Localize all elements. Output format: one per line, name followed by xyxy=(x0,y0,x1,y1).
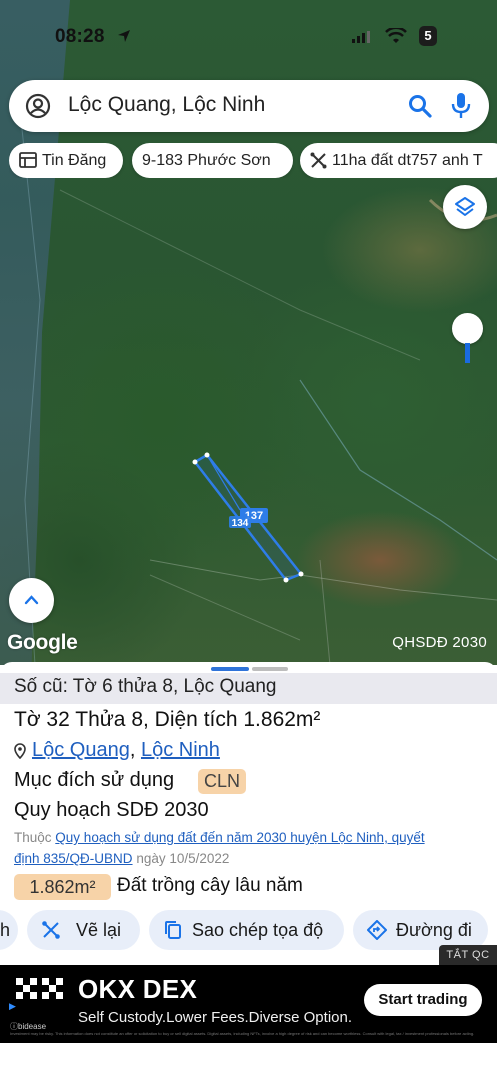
app-screen: 137 134 08:28 5 Lộc Quang, Lộc Ninh Tin … xyxy=(0,0,497,1080)
chip-label: 11ha đất dt757 anh T xyxy=(332,152,483,169)
active-layer-label: QHSDĐ 2030 xyxy=(392,634,487,651)
ad-cta-button[interactable]: Start trading xyxy=(364,984,482,1016)
parcel-info-sheet: Số cũ: Tờ 6 thửa 8, Lộc Quang Tờ 32 Thửa… xyxy=(0,662,497,967)
satellite-map[interactable]: 137 134 08:28 5 Lộc Quang, Lộc Ninh Tin … xyxy=(0,0,497,665)
sheet-handle-inactive[interactable] xyxy=(252,667,288,671)
layers-button[interactable] xyxy=(443,185,487,229)
redraw-button[interactable]: Vẽ lại xyxy=(27,910,140,950)
decision-date: ngày 10/5/2022 xyxy=(136,851,230,866)
directions-icon xyxy=(367,920,387,940)
area-badge: 1.862m² xyxy=(14,874,111,900)
action-label: Sao chép tọa độ xyxy=(192,920,324,940)
old-parcel-info: Số cũ: Tờ 6 thửa 8, Lộc Quang xyxy=(0,673,497,704)
action-label: Vẽ lại xyxy=(76,920,122,940)
copy-icon xyxy=(165,921,181,939)
decision-link[interactable]: định 835/QĐ-UBND xyxy=(14,851,133,866)
home-indicator-area xyxy=(0,1043,497,1080)
action-label: Đường đi xyxy=(396,920,472,940)
land-type-text: Đất trồng cây lâu năm xyxy=(117,875,303,896)
ad-tagline: Self Custody.Lower Fees.Diverse Option. xyxy=(78,1009,353,1026)
status-bar: 08:28 5 xyxy=(0,18,497,54)
battery-indicator: 5 xyxy=(419,26,437,46)
parcel-location: Lộc Quang, Lộc Ninh xyxy=(14,739,220,762)
hide-ads-button[interactable]: TẮT QC xyxy=(439,945,497,965)
search-icon[interactable] xyxy=(407,93,433,119)
commune-link[interactable]: Lộc Quang xyxy=(32,739,130,761)
parcel-title: Tờ 32 Thửa 8, Diện tích 1.862m² xyxy=(14,708,321,731)
chip-tin-dang[interactable]: Tin Đăng xyxy=(9,143,123,178)
district-link[interactable]: Lộc Ninh xyxy=(141,739,220,761)
compass-needle-icon xyxy=(465,343,470,363)
chip-label: 9-183 Phước Sơn xyxy=(142,152,271,169)
ad-brand: OKX DEX xyxy=(78,974,198,1004)
sheet-handle-active[interactable] xyxy=(211,667,249,671)
plan-reference-link[interactable]: Quy hoạch sử dụng đất đến năm 2030 huyện… xyxy=(55,830,424,845)
clock: 08:28 xyxy=(55,26,105,47)
compass-button[interactable] xyxy=(452,313,483,344)
measure-icon xyxy=(42,921,60,939)
account-icon[interactable] xyxy=(25,93,51,119)
chip-row: Tin Đăng 9-183 Phước Sơn 11ha đất dt757 … xyxy=(9,143,497,178)
chevron-up-icon xyxy=(24,595,39,605)
measure-icon xyxy=(310,152,327,169)
ad-banner[interactable]: ▶ OKX DEX Self Custody.Lower Fees.Divers… xyxy=(0,965,497,1043)
wifi-icon xyxy=(385,28,407,43)
expand-up-button[interactable] xyxy=(9,578,54,623)
action-row: h Vẽ lại Sao chép tọa độ Đường đi xyxy=(0,910,497,950)
chip-saved-location[interactable]: 9-183 Phước Sơn xyxy=(132,143,293,178)
parcel-number-label: 134 xyxy=(232,518,249,529)
land-use-code-badge: CLN xyxy=(198,769,247,794)
old-parcel-text: Số cũ: Tờ 6 thửa 8, Lộc Quang xyxy=(14,676,277,697)
plan-label: Quy hoạch SDĐ 2030 xyxy=(14,799,209,821)
location-pin-icon xyxy=(14,742,26,759)
directions-button[interactable]: Đường đi xyxy=(353,910,488,950)
search-bar[interactable]: Lộc Quang, Lộc Ninh xyxy=(9,80,489,132)
copy-coordinates-button[interactable]: Sao chép tọa độ xyxy=(149,910,344,950)
ad-disclaimer: Investment may be risky. This informatio… xyxy=(10,1031,475,1036)
list-icon xyxy=(19,152,37,168)
action-label: h xyxy=(0,920,11,940)
plan-reference: Thuộc Quy hoạch sử dụng đất đến năm 2030… xyxy=(14,827,497,869)
signal-icon xyxy=(352,31,370,43)
okx-logo xyxy=(16,978,63,999)
land-use-label: Mục đích sử dụng xyxy=(14,769,175,791)
layers-icon xyxy=(455,197,475,216)
action-button-partial[interactable]: h xyxy=(0,910,18,950)
search-input[interactable]: Lộc Quang, Lộc Ninh xyxy=(68,93,265,117)
ad-play-icon: ▶ xyxy=(9,1001,16,1011)
mic-icon[interactable] xyxy=(451,92,471,120)
chip-label: Tin Đăng xyxy=(42,152,107,169)
chip-saved-listing[interactable]: 11ha đất dt757 anh T xyxy=(300,143,497,178)
location-arrow-icon xyxy=(118,30,130,42)
google-logo: Google xyxy=(7,631,78,654)
ref-prefix: Thuộc xyxy=(14,830,52,845)
